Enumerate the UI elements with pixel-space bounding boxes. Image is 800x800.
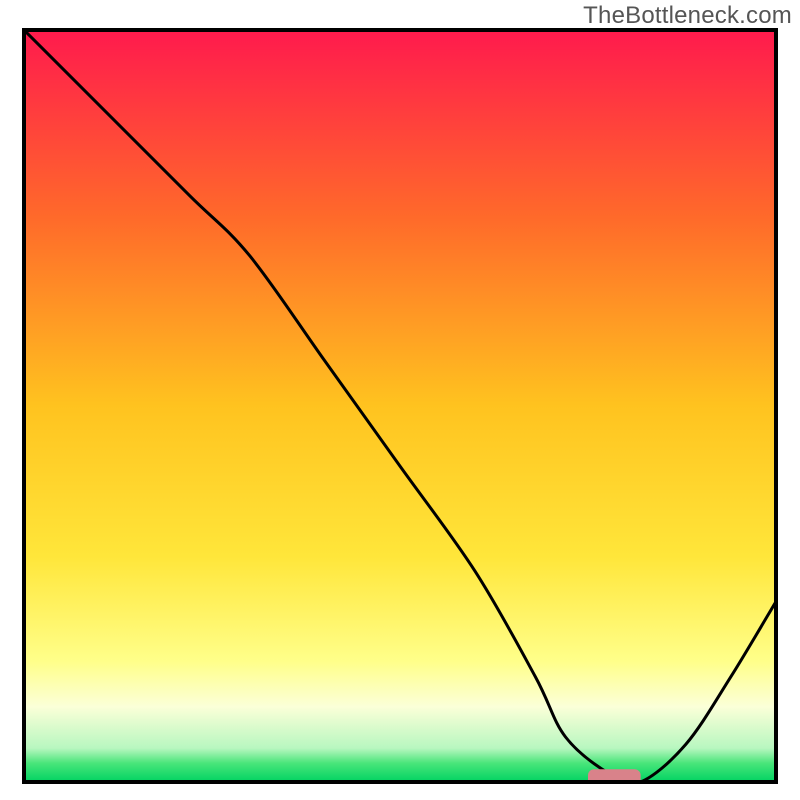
plot-area bbox=[24, 30, 776, 786]
watermark-text: TheBottleneck.com bbox=[583, 2, 792, 30]
chart-svg bbox=[0, 0, 800, 800]
bottleneck-chart: TheBottleneck.com bbox=[0, 0, 800, 800]
